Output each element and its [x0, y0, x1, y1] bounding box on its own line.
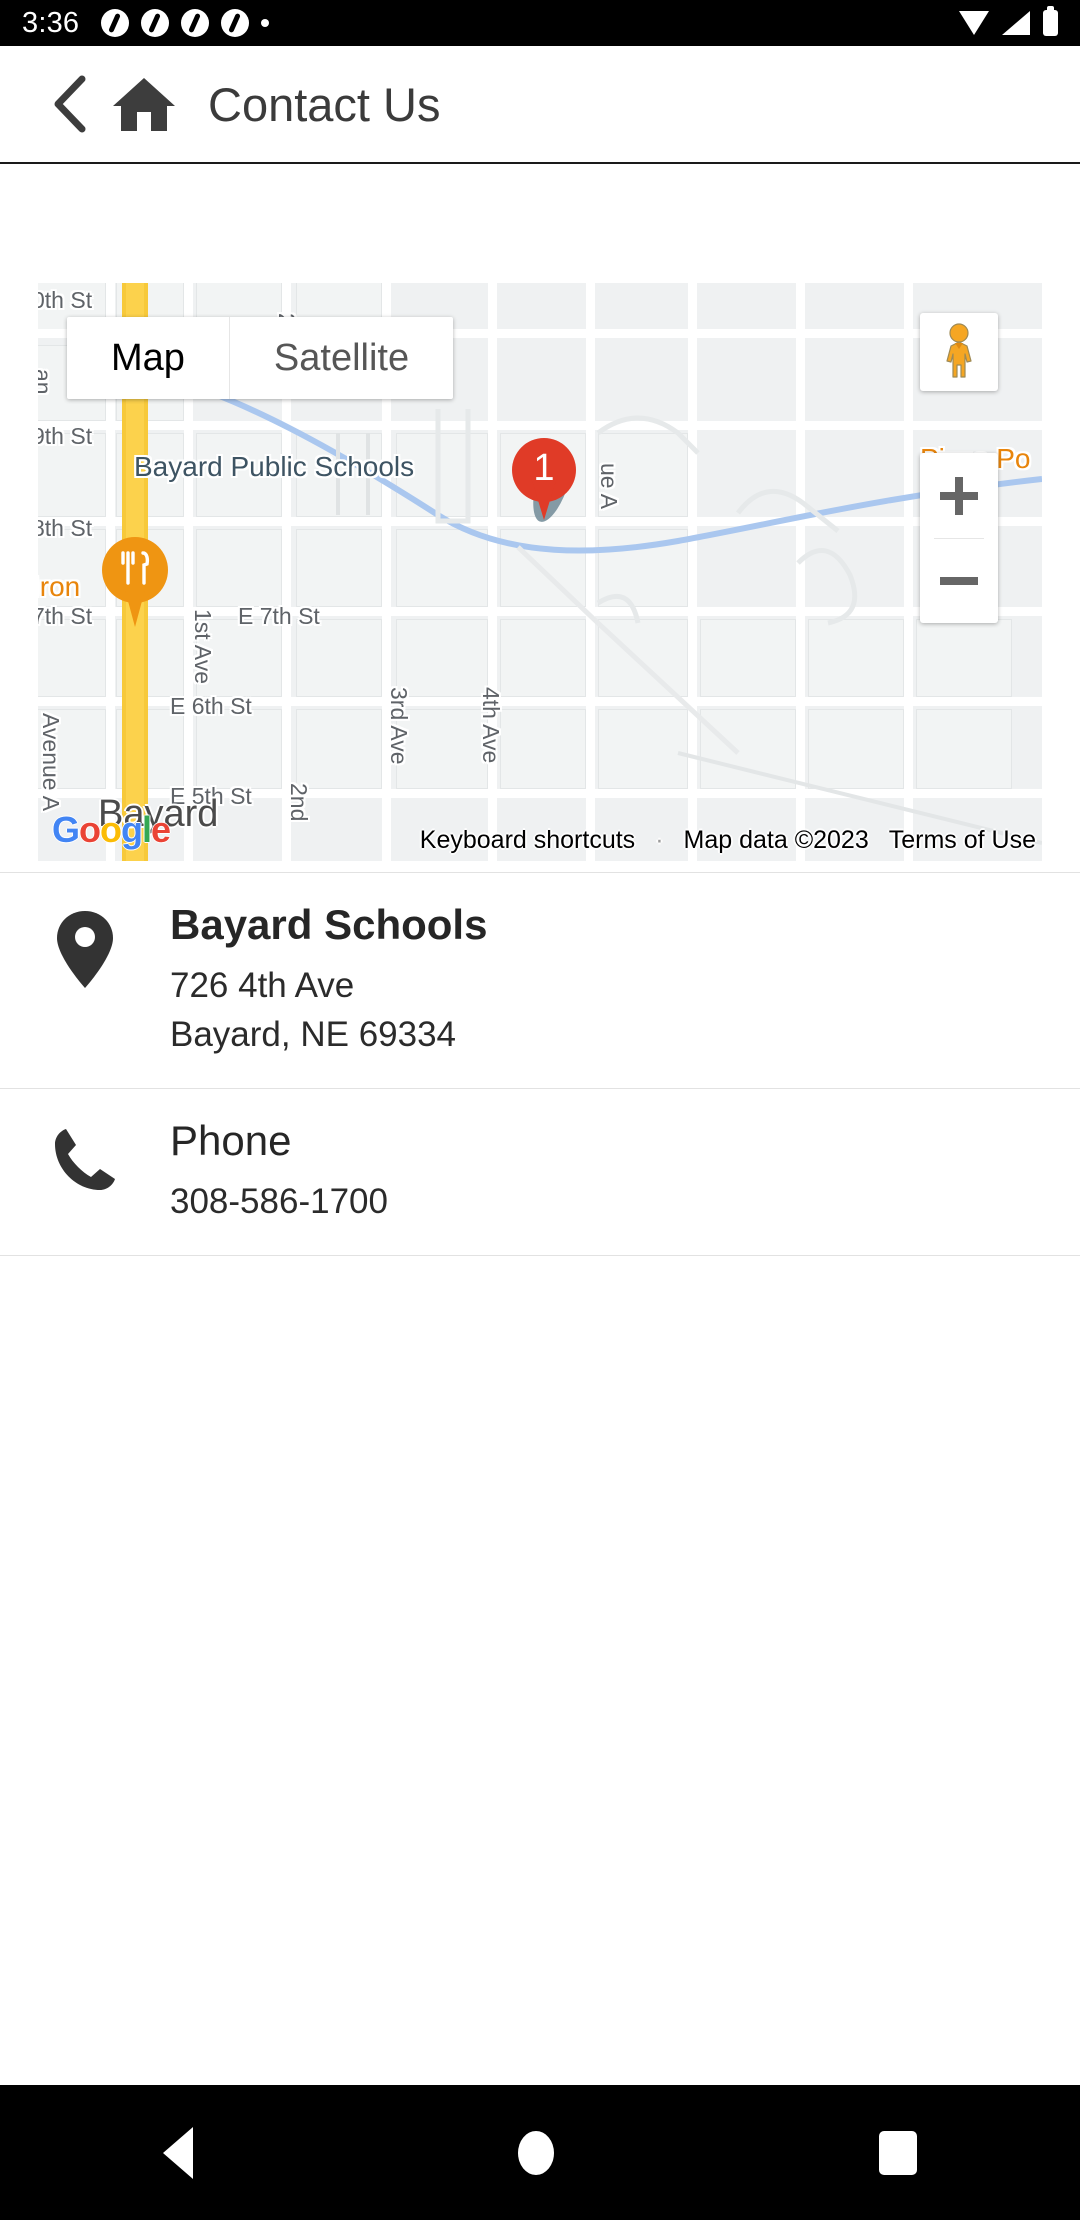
keyboard-shortcuts-link[interactable]: Keyboard shortcuts — [420, 826, 635, 855]
chevron-left-icon — [54, 75, 86, 133]
page-title: Contact Us — [208, 77, 441, 131]
phone-title: Phone — [170, 1117, 292, 1164]
minus-icon — [940, 576, 978, 585]
map-street-label: Avenue A — [38, 713, 64, 812]
nav-recents-icon[interactable] — [879, 2130, 918, 2175]
attribution-separator: · — [655, 826, 664, 854]
address-line-2: Bayard, NE 69334 — [170, 1014, 457, 1054]
nav-back-icon[interactable] — [162, 2126, 193, 2179]
plus-icon — [940, 476, 978, 515]
map-street-label: 4th Ave — [478, 687, 504, 764]
address-row-body: Bayard Schools 726 4th Ave Bayard, NE 69… — [170, 873, 1080, 1088]
map-street-label: 9th St — [38, 423, 93, 449]
map-street-label: ue A — [596, 463, 622, 510]
map-street-label: 8th St — [38, 515, 93, 541]
tab-map[interactable]: Map — [67, 317, 229, 399]
dot-icon — [261, 19, 270, 27]
phone-row-icon — [0, 1089, 170, 1255]
list-item[interactable]: Bayard Schools 726 4th Ave Bayard, NE 69… — [0, 872, 1080, 1089]
map-type-toggle[interactable]: Map Satellite — [67, 317, 454, 399]
zoom-out-button[interactable] — [920, 538, 998, 623]
phone-number[interactable]: 308-586-1700 — [170, 1178, 1080, 1225]
marker-label: 1 — [533, 446, 555, 489]
address-row-icon — [0, 873, 170, 1088]
terms-of-use-link[interactable]: Terms of Use — [889, 826, 1036, 855]
map-street-label: 7th St — [38, 603, 93, 629]
phone-icon — [55, 1129, 115, 1190]
address-title: Bayard Schools — [170, 901, 488, 948]
restaurant-fork-knife-icon — [102, 537, 168, 599]
map-pin-icon — [57, 911, 113, 988]
marker-pin: 1 — [512, 438, 576, 524]
map-marker-1[interactable]: 1 — [512, 438, 578, 524]
status-bar-notification-icons — [101, 9, 270, 37]
android-navigation-bar — [0, 2085, 1080, 2220]
map-poi-restaurant[interactable] — [102, 537, 168, 629]
contact-list: Bayard Schools 726 4th Ave Bayard, NE 69… — [0, 872, 1080, 1256]
address-line-1: 726 4th Ave — [170, 965, 355, 1005]
restaurant-pin — [102, 537, 168, 629]
map-data-text: Map data ©2023 — [683, 826, 869, 854]
street-view-pegman-icon — [946, 323, 972, 378]
app-icon — [101, 9, 130, 37]
phone-row-body: Phone 308-586-1700 — [170, 1089, 1080, 1255]
map-street-label: 0th St — [38, 287, 93, 313]
map-container[interactable]: 0th St 9th St 8th St 7th St E 7th St E 6… — [0, 166, 1080, 872]
app-icon — [141, 9, 170, 37]
zoom-control-divider — [934, 538, 984, 539]
back-button[interactable] — [34, 69, 104, 139]
google-logo-letter: g — [121, 809, 143, 850]
home-icon — [113, 78, 175, 131]
app-icon — [221, 9, 250, 37]
map-street-label: E 6th St — [170, 693, 252, 719]
tab-satellite[interactable]: Satellite — [228, 317, 453, 399]
home-button[interactable] — [106, 69, 182, 139]
map-street-label: 2nd — [286, 783, 312, 822]
map-attribution: Keyboard shortcuts · Map data ©2023 Term… — [420, 826, 1036, 855]
app-bar: Contact Us — [0, 46, 1080, 164]
status-bar: 3:36 — [0, 0, 1080, 46]
google-logo-letter: o — [100, 809, 122, 850]
map-street-label: 3rd Ave — [386, 687, 412, 765]
status-bar-system-icons — [959, 6, 1058, 36]
map-iron-label: Iron — [38, 571, 81, 602]
cell-signal-icon — [1002, 11, 1030, 35]
map-school-label: Bayard Public Schools — [134, 451, 415, 482]
map-street-label: E 7th St — [238, 603, 320, 629]
wifi-icon — [959, 11, 989, 35]
list-item[interactable]: Phone 308-586-1700 — [0, 1089, 1080, 1256]
google-logo-letter: o — [79, 809, 101, 850]
street-view-pegman-button[interactable] — [920, 313, 998, 391]
battery-icon — [1043, 6, 1058, 36]
content-empty-area — [0, 1318, 1080, 2085]
google-logo-letter: G — [52, 809, 80, 850]
google-logo-letter: e — [151, 809, 171, 850]
google-logo-letter: l — [142, 809, 152, 850]
map-street-label: 1st Ave — [190, 609, 216, 685]
app-icon — [181, 9, 210, 37]
map-partial-label: an — [38, 369, 56, 395]
google-map[interactable]: 0th St 9th St 8th St 7th St E 7th St E 6… — [38, 283, 1042, 861]
map-zoom-controls[interactable] — [920, 453, 998, 623]
google-logo[interactable]: Google — [52, 809, 171, 851]
zoom-in-button[interactable] — [920, 453, 998, 538]
nav-home-icon[interactable] — [517, 2130, 554, 2175]
status-bar-clock: 3:36 — [22, 6, 80, 39]
